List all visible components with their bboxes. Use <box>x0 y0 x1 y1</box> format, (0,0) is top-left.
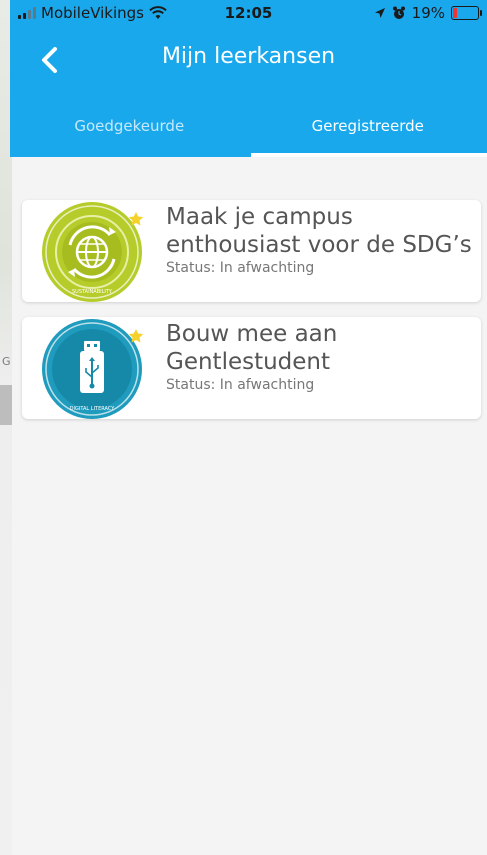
tab-bar: Goedgekeurde Geregistreerde <box>10 105 487 157</box>
item-status: Status: In afwachting <box>166 377 315 393</box>
status-bar: MobileVikings 12:05 19% <box>10 0 487 26</box>
item-title: Bouw mee aan Gentlestudent <box>166 321 338 375</box>
digital-literacy-badge: DIGITAL LITERACY <box>42 319 144 419</box>
alarm-clock-icon <box>392 6 405 19</box>
battery-percentage: 19% <box>411 4 445 22</box>
sustainability-badge: SUSTAINABILITY <box>42 202 144 302</box>
location-arrow-icon <box>374 8 385 18</box>
item-title: Maak je campus enthousiast voor de SDG’s <box>166 204 472 258</box>
battery-fill <box>453 8 457 18</box>
badge-label: DIGITAL LITERACY <box>70 406 116 412</box>
background-fragment: G <box>2 355 11 368</box>
battery-icon <box>451 6 482 20</box>
tab-geregistreerde[interactable]: Geregistreerde <box>249 105 487 157</box>
item-status: Status: In afwachting <box>166 260 315 276</box>
status-right: 19% <box>374 4 482 22</box>
list-item[interactable]: SUSTAINABILITY Maak je campus enthousias… <box>22 200 481 302</box>
learning-opportunity-list: SUSTAINABILITY Maak je campus enthousias… <box>22 200 481 434</box>
background-bar <box>0 385 12 425</box>
page-title: Mijn leerkansen <box>161 44 336 69</box>
list-item[interactable]: DIGITAL LITERACY Bouw mee aan Gentlestud… <box>22 317 481 419</box>
tab-goedgekeurde[interactable]: Goedgekeurde <box>10 105 249 157</box>
app-header: MobileVikings 12:05 19% Mijn leerkansen … <box>10 0 487 157</box>
badge-label: SUSTAINABILITY <box>72 289 113 295</box>
